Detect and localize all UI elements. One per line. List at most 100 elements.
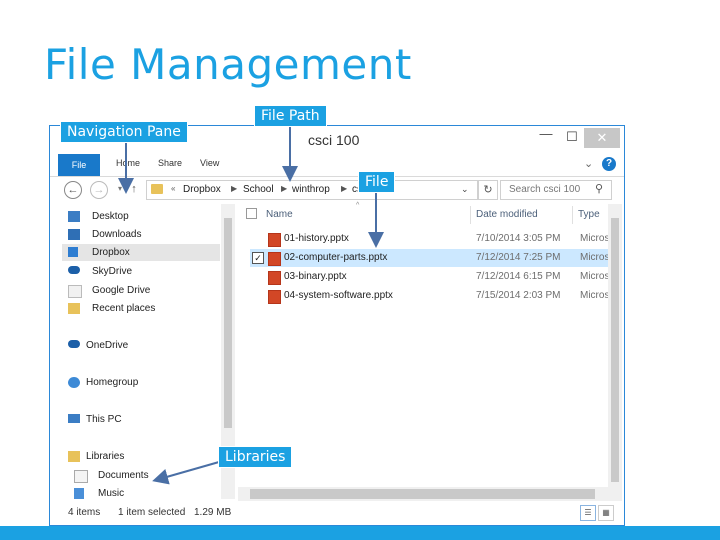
file-name: 04-system-software.pptx bbox=[284, 290, 393, 301]
nav-item-label: Music bbox=[98, 488, 125, 499]
nav-item-documents[interactable]: Documents bbox=[68, 467, 218, 484]
column-header-date[interactable]: Date modified bbox=[476, 209, 538, 220]
nav-item-this-pc[interactable]: This PC bbox=[68, 411, 218, 428]
file-row[interactable]: 01-history.pptx 7/10/2014 3:05 PM Micros… bbox=[250, 230, 622, 248]
select-all-checkbox[interactable] bbox=[246, 208, 257, 219]
breadcrumb-overflow[interactable]: « bbox=[171, 184, 175, 193]
breadcrumb-dropbox[interactable]: Dropbox bbox=[183, 184, 221, 195]
nav-item-label: Dropbox bbox=[92, 247, 130, 258]
nav-item-label: OneDrive bbox=[86, 340, 129, 351]
downloads-icon bbox=[68, 229, 80, 240]
nav-item-label: Homegroup bbox=[86, 377, 139, 388]
breadcrumb-separator-icon[interactable]: ▶ bbox=[281, 184, 287, 193]
libraries-icon bbox=[68, 451, 80, 462]
documents-icon bbox=[74, 470, 88, 483]
nav-item-recent-places[interactable]: Recent places bbox=[68, 300, 218, 317]
tab-file[interactable]: File bbox=[58, 154, 100, 176]
explorer-window: csci 100 — ☐ ✕ File Home Share View ⌄ ? … bbox=[49, 125, 625, 526]
pptx-file-icon bbox=[268, 233, 281, 247]
file-date: 7/15/2014 2:03 PM bbox=[476, 290, 561, 301]
breadcrumb-school[interactable]: School bbox=[243, 184, 274, 195]
breadcrumb-separator-icon[interactable]: ▶ bbox=[341, 184, 347, 193]
file-name: 03-binary.pptx bbox=[284, 271, 347, 282]
nav-item-label: Recent places bbox=[92, 303, 156, 314]
address-dropdown-icon[interactable]: ⌄ bbox=[461, 184, 469, 195]
google-drive-icon bbox=[68, 285, 82, 298]
nav-item-desktop[interactable]: Desktop bbox=[68, 208, 218, 225]
file-row[interactable]: 03-binary.pptx 7/12/2014 6:15 PM Microso… bbox=[250, 268, 622, 286]
nav-item-label: Libraries bbox=[86, 451, 125, 462]
breadcrumb-separator-icon[interactable]: ▶ bbox=[231, 184, 237, 193]
close-button[interactable]: ✕ bbox=[584, 128, 620, 148]
tab-share[interactable]: Share bbox=[158, 158, 182, 168]
address-bar[interactable]: « Dropbox ▶ School ▶ winthrop ▶ csci 100… bbox=[146, 180, 478, 200]
this-pc-icon bbox=[68, 414, 80, 423]
tab-view[interactable]: View bbox=[200, 158, 219, 168]
view-toggle: ☰ ▦ bbox=[580, 505, 616, 521]
nav-pane-scroll-thumb[interactable] bbox=[224, 218, 232, 428]
row-checkbox[interactable]: ✓ bbox=[252, 252, 264, 264]
tab-home[interactable]: Home bbox=[116, 158, 140, 168]
nav-item-downloads[interactable]: Downloads bbox=[68, 226, 218, 243]
up-arrow-icon[interactable]: ↑ bbox=[126, 181, 142, 197]
search-input[interactable]: Search csci 100 ⚲ bbox=[500, 180, 612, 200]
column-divider[interactable] bbox=[572, 206, 573, 224]
search-placeholder: Search csci 100 bbox=[509, 184, 581, 195]
ribbon: File Home Share View ⌄ ? bbox=[50, 154, 624, 177]
navigation-pane: Desktop Downloads Dropbox SkyDrive Googl… bbox=[50, 204, 236, 499]
nav-item-label: Downloads bbox=[92, 229, 142, 240]
music-icon bbox=[74, 488, 84, 499]
address-row: ← → ▾ ↑ « Dropbox ▶ School ▶ winthrop ▶ … bbox=[50, 177, 624, 203]
column-divider[interactable] bbox=[470, 206, 471, 224]
minimize-button[interactable]: — bbox=[534, 126, 558, 141]
nav-item-onedrive[interactable]: OneDrive bbox=[68, 337, 218, 354]
status-size: 1.29 MB bbox=[194, 507, 232, 518]
onedrive-icon bbox=[68, 340, 80, 348]
forward-arrow-icon[interactable]: → bbox=[90, 181, 108, 199]
pptx-file-icon bbox=[268, 290, 281, 304]
sort-ascending-icon: ^ bbox=[356, 202, 360, 209]
file-list-header: Name ^ Date modified Type bbox=[246, 202, 622, 224]
file-list-horizontal-thumb[interactable] bbox=[250, 489, 595, 499]
file-date: 7/12/2014 6:15 PM bbox=[476, 271, 561, 282]
chevron-down-icon[interactable]: ⌄ bbox=[584, 157, 593, 170]
file-row-selected[interactable]: ✓ 02-computer-parts.pptx 7/12/2014 7:25 … bbox=[250, 249, 622, 267]
status-item-count: 4 items bbox=[68, 507, 101, 518]
maximize-button[interactable]: ☐ bbox=[560, 129, 584, 145]
callout-libraries: Libraries bbox=[218, 446, 293, 468]
help-icon[interactable]: ? bbox=[602, 157, 616, 171]
nav-item-libraries[interactable]: Libraries bbox=[68, 448, 218, 465]
nav-item-skydrive[interactable]: SkyDrive bbox=[68, 263, 218, 280]
file-row[interactable]: 04-system-software.pptx 7/15/2014 2:03 P… bbox=[250, 287, 622, 305]
column-header-name[interactable]: Name bbox=[266, 209, 293, 220]
status-selection: 1 item selected bbox=[118, 507, 186, 518]
dropbox-icon bbox=[68, 247, 78, 257]
callout-navigation-pane: Navigation Pane bbox=[60, 121, 188, 143]
refresh-icon[interactable]: ↻ bbox=[478, 180, 498, 200]
desktop-icon bbox=[68, 211, 80, 222]
details-view-icon[interactable]: ☰ bbox=[580, 505, 596, 521]
nav-item-label: Google Drive bbox=[92, 285, 151, 296]
file-list-scroll-thumb[interactable] bbox=[611, 218, 619, 482]
file-date: 7/10/2014 3:05 PM bbox=[476, 233, 561, 244]
nav-item-music[interactable]: Music bbox=[68, 485, 218, 502]
nav-item-google-drive[interactable]: Google Drive bbox=[68, 282, 218, 299]
folder-icon bbox=[151, 184, 163, 194]
skydrive-icon bbox=[68, 266, 80, 274]
large-icons-view-icon[interactable]: ▦ bbox=[598, 505, 614, 521]
slide-bottom-bar bbox=[0, 526, 720, 540]
search-icon: ⚲ bbox=[595, 183, 604, 195]
nav-item-label: SkyDrive bbox=[92, 266, 133, 277]
column-header-type[interactable]: Type bbox=[578, 209, 600, 220]
nav-item-homegroup[interactable]: Homegroup bbox=[68, 374, 218, 391]
breadcrumb-winthrop[interactable]: winthrop bbox=[292, 184, 330, 195]
back-arrow-icon[interactable]: ← bbox=[64, 181, 82, 199]
nav-item-dropbox[interactable]: Dropbox bbox=[62, 244, 220, 261]
window-title: csci 100 bbox=[308, 132, 360, 148]
file-name: 02-computer-parts.pptx bbox=[284, 252, 388, 263]
pptx-file-icon bbox=[268, 252, 281, 266]
slide-title: File Management bbox=[44, 40, 412, 89]
nav-item-label: This PC bbox=[86, 414, 122, 425]
nav-item-label: Documents bbox=[98, 470, 149, 481]
status-bar: 4 items 1 item selected 1.29 MB ☰ ▦ bbox=[50, 503, 624, 523]
